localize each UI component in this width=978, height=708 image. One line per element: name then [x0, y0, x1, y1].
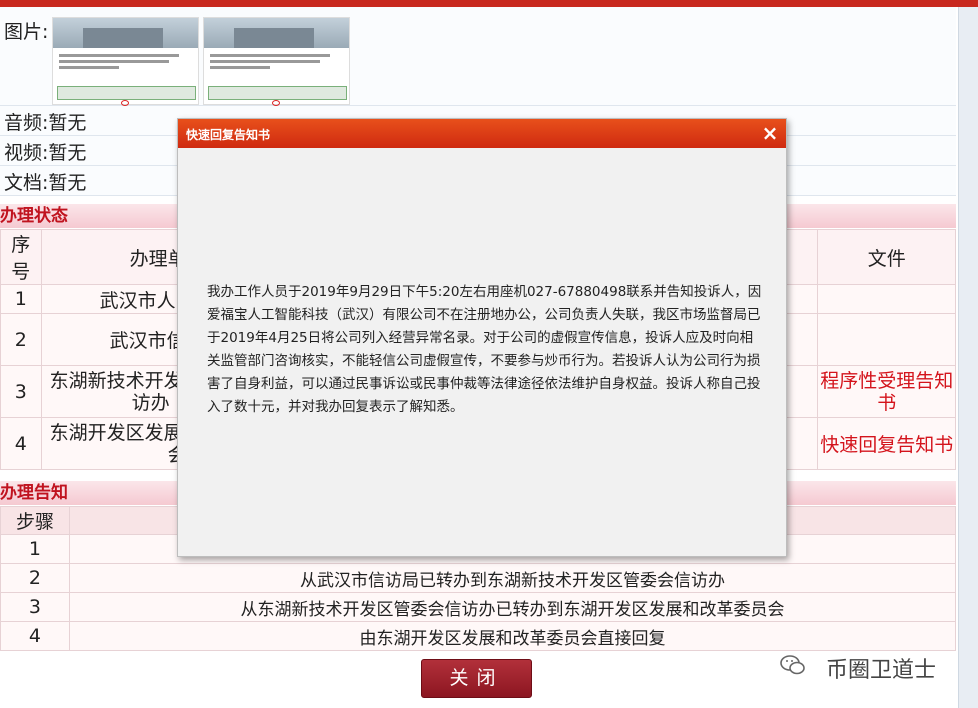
row-file — [817, 313, 956, 366]
step-number: 1 — [0, 534, 70, 564]
col-header-number: 序号 — [0, 229, 42, 285]
image-thumbnail-1[interactable] — [52, 17, 199, 106]
document-label: 文档:暂无 — [4, 172, 87, 194]
col-header-file: 文件 — [817, 229, 956, 285]
step-text: 由东湖开发区发展和改革委员会直接回复 — [68, 621, 957, 651]
notice-section-title: 办理告知 — [0, 483, 68, 503]
table-row: 3 从东湖新技术开发区管委会信访办已转办到东湖开发区发展和改革委员会 — [0, 592, 957, 622]
step-number: 2 — [0, 563, 70, 593]
close-icon[interactable]: × — [760, 123, 780, 143]
images-row: 图片: — [0, 7, 956, 106]
modal-header: 快速回复告知书 × — [178, 119, 786, 148]
wechat-icon — [780, 655, 805, 675]
file-link-procedural-notice[interactable]: 程序性受理告知书 — [817, 365, 956, 418]
step-text: 从东湖新技术开发区管委会信访办已转办到东湖开发区发展和改革委员会 — [68, 592, 957, 622]
step-number: 4 — [0, 621, 70, 651]
step-text: 从武汉市信访局已转办到东湖新技术开发区管委会信访办 — [68, 563, 957, 593]
modal-title: 快速回复告知书 — [186, 128, 271, 142]
video-label: 视频:暂无 — [4, 142, 87, 164]
file-link-quick-reply-notice[interactable]: 快速回复告知书 — [817, 417, 956, 470]
status-section-title: 办理状态 — [0, 206, 68, 226]
row-file — [817, 284, 956, 314]
row-number: 4 — [0, 417, 42, 470]
audio-label: 音频:暂无 — [4, 112, 87, 134]
top-accent-bar — [0, 0, 978, 7]
row-number: 2 — [0, 313, 42, 366]
table-row: 4 由东湖开发区发展和改革委员会直接回复 — [0, 621, 957, 651]
modal-body-text: 我办工作人员于2019年9月29日下午5:20左右用座机027-67880498… — [207, 284, 762, 415]
step-number: 3 — [0, 592, 70, 622]
images-label: 图片: — [4, 21, 49, 43]
close-button[interactable]: 关闭 — [421, 659, 532, 698]
row-number: 3 — [0, 365, 42, 418]
col-header-step: 步骤 — [0, 506, 70, 535]
row-number: 1 — [0, 284, 42, 314]
quick-reply-modal: 快速回复告知书 × 我办工作人员于2019年9月29日下午5:20左右用座机02… — [177, 118, 787, 557]
image-thumbnail-2[interactable] — [203, 17, 350, 106]
table-row: 2 从武汉市信访局已转办到东湖新技术开发区管委会信访办 — [0, 563, 957, 593]
watermark-text: 币圈卫道士 — [826, 658, 937, 683]
vertical-scrollbar[interactable] — [958, 7, 978, 708]
